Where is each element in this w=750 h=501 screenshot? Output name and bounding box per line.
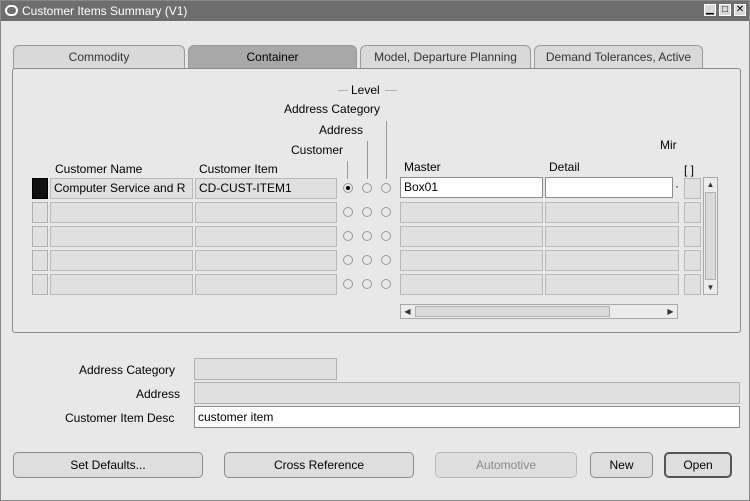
col-header-min-bracket: [ ] [684,163,695,177]
min-cell[interactable] [684,226,701,247]
horizontal-scroll-thumb[interactable] [415,306,610,317]
address-leader [367,141,368,179]
level-customer-radio[interactable] [343,279,353,289]
tab-commodity[interactable]: Commodity [13,45,185,69]
tab-container[interactable]: Container [188,45,357,69]
level-customer-radio[interactable] [343,183,353,193]
level-address-radio[interactable] [362,207,372,217]
master-container-cell[interactable] [400,226,543,247]
master-container-cell[interactable]: Box01 [400,177,543,198]
level-customer-label: Customer [291,143,344,157]
detail-container-cell[interactable] [545,177,673,198]
level-address-category-radio[interactable] [381,255,391,265]
address-category-label: Address Category [79,363,176,377]
col-header-detail: Detail [549,160,580,174]
detail-container-cell[interactable] [545,202,679,223]
horizontal-scrollbar[interactable]: ◀ ▶ [400,304,678,319]
customer-name-cell[interactable] [50,250,193,271]
address-field[interactable] [194,382,740,404]
col-header-min: Mir [660,138,677,152]
tab-demand-tolerances[interactable]: Demand Tolerances, Active [534,45,703,69]
level-group-label: Level [351,83,380,97]
row-selector[interactable] [32,202,48,223]
level-address-category-label: Address Category [284,102,381,116]
customer-item-desc-field[interactable]: customer item [194,406,740,428]
master-container-cell[interactable] [400,202,543,223]
scroll-up-icon[interactable]: ▲ [704,178,717,191]
row-selector[interactable] [32,178,48,199]
detail-container-cell[interactable] [545,250,679,271]
level-address-radio[interactable] [362,183,372,193]
level-group-line-left [338,90,348,91]
level-group-line-right [385,90,397,91]
customer-name-cell[interactable] [50,202,193,223]
customer-name-cell[interactable] [50,226,193,247]
customer-items-summary-window: Customer Items Summary (V1) ▁ □ ✕ Commod… [0,0,750,501]
customer-item-cell[interactable] [195,250,337,271]
row-selector[interactable] [32,250,48,271]
close-icon[interactable]: ✕ [734,4,746,16]
address-category-leader [386,121,387,179]
level-customer-radio[interactable] [343,255,353,265]
min-cell[interactable] [684,250,701,271]
col-header-customer-item: Customer Item [199,162,278,176]
master-container-cell[interactable] [400,274,543,295]
customer-item-cell[interactable] [195,274,337,295]
min-cell[interactable] [684,178,701,199]
customer-item-cell[interactable] [195,202,337,223]
cross-reference-button[interactable]: Cross Reference [224,452,414,478]
new-button[interactable]: New [590,452,653,478]
min-cell[interactable] [684,202,701,223]
window-title: Customer Items Summary (V1) [22,4,188,18]
level-customer-radio[interactable] [343,231,353,241]
title-bar: Customer Items Summary (V1) ▁ □ ✕ [1,1,749,21]
address-label: Address [136,387,181,401]
level-address-label: Address [319,123,364,137]
detail-container-cell[interactable] [545,226,679,247]
minimize-icon[interactable]: ▁ [704,4,716,16]
row-selector[interactable] [32,274,48,295]
customer-item-desc-label: Customer Item Desc [65,411,175,425]
min-cell[interactable] [684,274,701,295]
customer-item-cell[interactable] [195,226,337,247]
customer-item-cell[interactable]: CD-CUST-ITEM1 [195,178,337,199]
col-header-master: Master [404,160,441,174]
lov-indicator[interactable]: · [675,179,679,193]
customer-name-cell[interactable]: Computer Service and R [50,178,193,199]
level-address-category-radio[interactable] [381,231,391,241]
vertical-scrollbar[interactable]: ▲ ▼ [703,177,718,295]
scroll-right-icon[interactable]: ▶ [664,305,677,318]
window-menu-icon[interactable] [5,5,18,16]
vertical-scroll-thumb[interactable] [705,192,716,280]
level-address-radio[interactable] [362,255,372,265]
master-container-cell[interactable] [400,250,543,271]
automotive-button[interactable]: Automotive [435,452,577,478]
maximize-icon[interactable]: □ [719,4,731,16]
level-address-category-radio[interactable] [381,279,391,289]
address-category-field[interactable] [194,358,337,380]
level-customer-radio[interactable] [343,207,353,217]
level-address-radio[interactable] [362,231,372,241]
col-header-customer-name: Customer Name [55,162,143,176]
level-address-category-radio[interactable] [381,183,391,193]
set-defaults-button[interactable]: Set Defaults... [13,452,203,478]
scroll-left-icon[interactable]: ◀ [401,305,414,318]
level-address-category-radio[interactable] [381,207,391,217]
row-selector[interactable] [32,226,48,247]
open-button[interactable]: Open [664,452,732,478]
customer-name-cell[interactable] [50,274,193,295]
tab-model-departure-planning[interactable]: Model, Departure Planning [360,45,531,69]
detail-container-cell[interactable] [545,274,679,295]
scroll-down-icon[interactable]: ▼ [704,281,717,294]
level-address-radio[interactable] [362,279,372,289]
customer-leader [347,161,348,179]
